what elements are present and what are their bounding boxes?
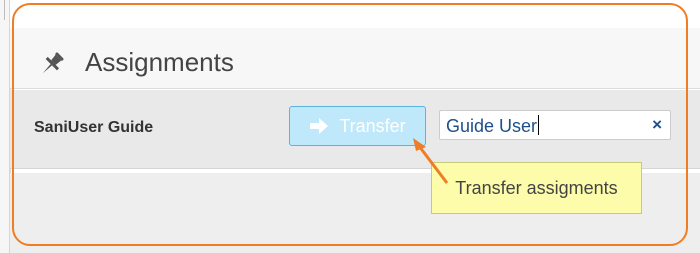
text-cursor bbox=[538, 115, 540, 135]
assignment-row: SaniUser Guide Transfer Guide User × bbox=[10, 90, 700, 169]
transfer-button-label: Transfer bbox=[339, 115, 406, 136]
clear-icon[interactable]: × bbox=[652, 115, 662, 135]
arrow-right-icon bbox=[310, 118, 329, 134]
transfer-button[interactable]: Transfer bbox=[289, 106, 426, 146]
panel-header: Assignments bbox=[10, 28, 700, 89]
panel-title: Assignments bbox=[85, 47, 234, 77]
tooltip-text: Transfer assigments bbox=[455, 177, 618, 198]
left-scroll-strip bbox=[0, 0, 10, 253]
strip-divider bbox=[4, 0, 5, 20]
user-name-label: SaniUser Guide bbox=[34, 119, 154, 136]
user-select-value: Guide User bbox=[446, 115, 540, 136]
tooltip: Transfer assigments bbox=[431, 162, 642, 214]
assignments-panel: Assignments SaniUser Guide Transfer Guid… bbox=[10, 28, 700, 253]
user-select-field[interactable]: Guide User × bbox=[439, 110, 671, 140]
pushpin-icon bbox=[42, 52, 64, 74]
